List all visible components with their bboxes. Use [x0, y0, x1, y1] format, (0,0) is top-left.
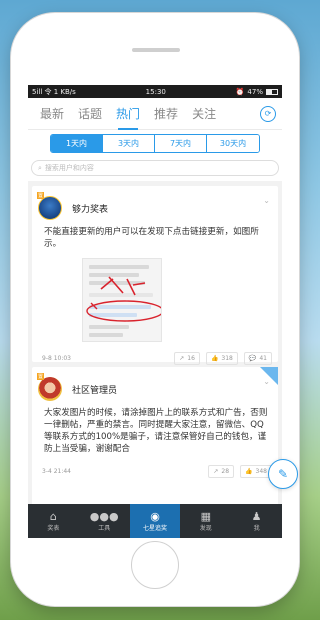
discover-icon: ▦: [200, 509, 211, 523]
alarm-icon: ⏰: [235, 87, 245, 96]
tab-recommend[interactable]: 推荐: [154, 99, 178, 128]
tab-topics[interactable]: 话题: [78, 99, 102, 128]
tabbar-me[interactable]: ♟ 我: [231, 504, 282, 538]
tabbar-tools[interactable]: ●●● 工具: [79, 504, 130, 538]
bottom-tab-bar: ⌂ 奖表 ●●● 工具 ◉ 七星追奖 ▦ 发现 ♟ 我: [28, 504, 282, 538]
user-icon: ♟: [251, 509, 262, 523]
filter-3-days[interactable]: 3天内: [103, 135, 155, 152]
status-network: 5ill 令 1 KB/s: [32, 87, 76, 96]
hot-badge-icon: 置: [37, 373, 44, 380]
status-battery-text: 47%: [247, 87, 263, 96]
filter-30-days[interactable]: 30天内: [207, 135, 259, 152]
pencil-icon: ✎: [277, 467, 289, 481]
share-icon: ↗: [213, 468, 219, 475]
chevron-down-icon[interactable]: ⌄: [263, 196, 270, 205]
lottery-icon: ◉: [150, 509, 160, 523]
post-text: 不能直接更新的用户可以在发现下点击链接更新，如图所示。: [44, 227, 259, 249]
post-author[interactable]: 够力奖表: [72, 202, 108, 215]
compose-button[interactable]: ✎: [268, 459, 298, 489]
tab-following[interactable]: 关注: [192, 99, 216, 128]
share-button[interactable]: ↗ 16: [174, 352, 200, 365]
post-time: 9-8 10:03: [42, 355, 71, 362]
avatar[interactable]: [38, 377, 62, 401]
annotation-scribble-icon: [86, 276, 161, 322]
hot-badge-icon: 置: [37, 192, 44, 199]
post-footer: 3-4 21:44 ↗ 28 👍 348: [38, 455, 272, 484]
post-author[interactable]: 社区管理员: [72, 383, 117, 396]
tabbar-discover[interactable]: ▦ 发现: [180, 504, 231, 538]
thumbs-up-icon: 👍: [245, 468, 253, 475]
share-button[interactable]: ↗ 28: [208, 465, 235, 478]
comment-button[interactable]: 💬 41: [243, 352, 272, 365]
phone-home-button[interactable]: [131, 541, 179, 589]
app-screen: 5ill 令 1 KB/s 15:30 ⏰ 47% 最新 话题 热门 推荐 关注…: [28, 85, 282, 538]
tabbar-home[interactable]: ⌂ 奖表: [28, 504, 79, 538]
time-filter: 1天内 3天内 7天内 30天内: [50, 134, 260, 153]
refresh-icon[interactable]: ⟳: [260, 105, 276, 122]
chevron-down-icon[interactable]: ⌄: [263, 377, 270, 386]
thumbs-up-icon: 👍: [210, 355, 219, 362]
tab-latest[interactable]: 最新: [40, 99, 64, 128]
post-text: 大家发图片的时候，请涂掉图片上的联系方式和广告，否则一律删帖，严重的禁言。同时提…: [44, 408, 268, 454]
comment-icon: 💬: [248, 355, 257, 362]
share-icon: ↗: [179, 355, 185, 362]
battery-icon: [265, 88, 278, 95]
time-filter-bar: 1天内 3天内 7天内 30天内: [28, 130, 282, 157]
post-image[interactable]: [82, 258, 162, 342]
post-card[interactable]: 置 ⌄ 够力奖表 不能直接更新的用户可以在发现下点击链接更新，如图所示。 9-8…: [32, 186, 278, 365]
filter-7-days[interactable]: 7天内: [155, 135, 207, 152]
post-time: 3-4 21:44: [42, 468, 71, 475]
status-time: 15:30: [145, 87, 166, 96]
filter-1-day[interactable]: 1天内: [51, 135, 103, 152]
post-card[interactable]: 置 ⌄ 社区管理员 大家发图片的时候，请涂掉图片上的联系方式和广告，否则一律删帖…: [32, 367, 278, 507]
search-placeholder: 搜索用户和内容: [44, 164, 94, 172]
tabbar-lottery[interactable]: ◉ 七星追奖: [129, 504, 181, 538]
tab-hot[interactable]: 热门: [116, 99, 140, 130]
home-icon: ⌂: [49, 509, 57, 523]
search-input[interactable]: ⌕ 搜索用户和内容: [31, 160, 279, 176]
tools-icon: ●●●: [89, 509, 119, 523]
avatar[interactable]: [38, 196, 62, 220]
search-bar: ⌕ 搜索用户和内容: [28, 157, 282, 181]
status-bar: 5ill 令 1 KB/s 15:30 ⏰ 47%: [28, 85, 282, 98]
like-button[interactable]: 👍 318: [205, 352, 238, 365]
phone-speaker: [132, 48, 180, 52]
search-icon: ⌕: [38, 163, 42, 172]
top-nav: 最新 话题 热门 推荐 关注 ⟳: [28, 98, 282, 130]
